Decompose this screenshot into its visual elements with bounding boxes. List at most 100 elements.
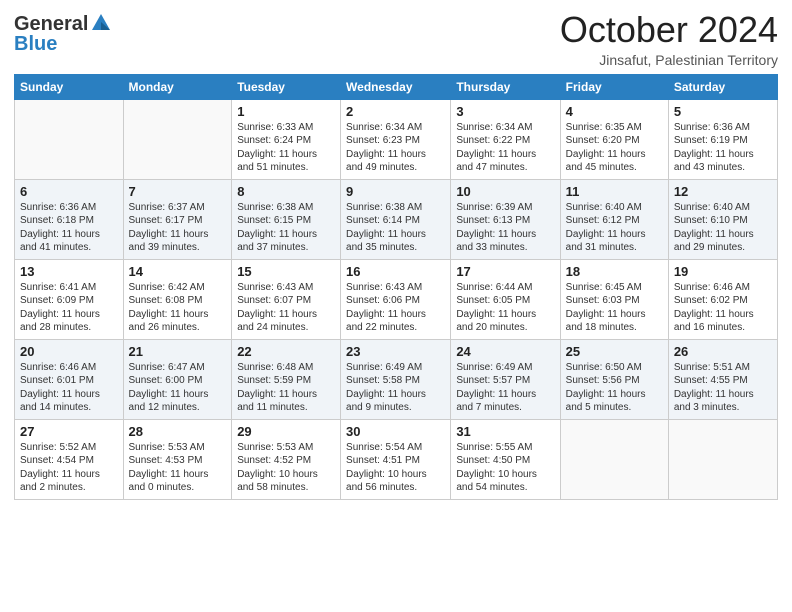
table-row: 3Sunrise: 6:34 AMSunset: 6:22 PMDaylight… <box>451 99 560 179</box>
col-monday: Monday <box>123 74 232 99</box>
day-number: 1 <box>237 104 335 119</box>
cell-info: Sunrise: 6:43 AMSunset: 6:06 PMDaylight:… <box>346 281 445 335</box>
month-title: October 2024 <box>560 10 778 50</box>
day-number: 7 <box>129 184 227 199</box>
day-number: 15 <box>237 264 335 279</box>
cell-info: Sunrise: 5:55 AMSunset: 4:50 PMDaylight:… <box>456 441 554 495</box>
day-number: 9 <box>346 184 445 199</box>
table-row: 7 Sunrise: 6:37 AMSunset: 6:17 PMDaylight… <box>123 179 232 259</box>
table-row: 31 Sunrise: 5:55 AMSunset: 4:50 PMDayligh… <box>451 419 560 499</box>
cell-info: Sunrise: 5:52 AMSunset: 4:54 PMDaylight:… <box>20 441 118 495</box>
calendar-week-row: 20 Sunrise: 6:46 AMSunset: 6:01 PMDayligh… <box>15 339 778 419</box>
day-number: 30 <box>346 424 445 439</box>
table-row: 30Sunrise: 5:54 AMSunset: 4:51 PMDayligh… <box>341 419 451 499</box>
cell-info: Sunrise: 6:40 AMSunset: 6:12 PMDaylight:… <box>566 201 663 255</box>
calendar-week-row: 6 Sunrise: 6:36 AMSunset: 6:18 PMDaylight… <box>15 179 778 259</box>
col-friday: Friday <box>560 74 668 99</box>
cell-info: Sunrise: 6:46 AMSunset: 6:02 PMDaylight:… <box>674 281 772 335</box>
day-number: 17 <box>456 264 554 279</box>
table-row: 10 Sunrise: 6:39 AMSunset: 6:13 PMDayligh… <box>451 179 560 259</box>
title-block: October 2024 Jinsafut, Palestinian Terri… <box>560 10 778 68</box>
table-row: 12 Sunrise: 6:40 AMSunset: 6:10 PMDayligh… <box>668 179 777 259</box>
logo-icon <box>90 12 112 34</box>
day-number: 12 <box>674 184 772 199</box>
day-number: 5 <box>674 104 772 119</box>
cell-info: Sunrise: 6:47 AMSunset: 6:00 PMDaylight:… <box>129 361 227 415</box>
cell-info: Sunrise: 6:37 AMSunset: 6:17 PMDaylight:… <box>129 201 227 255</box>
calendar-header-row: Sunday Monday Tuesday Wednesday Thursday… <box>15 74 778 99</box>
col-sunday: Sunday <box>15 74 124 99</box>
table-row: 11 Sunrise: 6:40 AMSunset: 6:12 PMDayligh… <box>560 179 668 259</box>
table-row <box>15 99 124 179</box>
cell-info: Sunrise: 5:51 AMSunset: 4:55 PMDaylight:… <box>674 361 772 415</box>
calendar-week-row: 1 Sunrise: 6:33 AMSunset: 6:24 PMDaylight… <box>15 99 778 179</box>
table-row: 2 Sunrise: 6:34 AMSunset: 6:23 PMDaylight… <box>341 99 451 179</box>
table-row: 8Sunrise: 6:38 AMSunset: 6:15 PMDaylight… <box>232 179 341 259</box>
cell-info: Sunrise: 6:49 AMSunset: 5:57 PMDaylight:… <box>456 361 554 415</box>
calendar-page: General Blue October 2024 Jinsafut, Pale… <box>0 0 792 612</box>
table-row: 16 Sunrise: 6:43 AMSunset: 6:06 PMDayligh… <box>341 259 451 339</box>
location-text: Jinsafut, Palestinian Territory <box>560 52 778 68</box>
logo: General Blue <box>14 10 112 54</box>
cell-info: Sunrise: 6:50 AMSunset: 5:56 PMDaylight:… <box>566 361 663 415</box>
table-row: 20 Sunrise: 6:46 AMSunset: 6:01 PMDayligh… <box>15 339 124 419</box>
day-number: 31 <box>456 424 554 439</box>
day-number: 23 <box>346 344 445 359</box>
day-number: 3 <box>456 104 554 119</box>
cell-info: Sunrise: 6:45 AMSunset: 6:03 PMDaylight:… <box>566 281 663 335</box>
col-tuesday: Tuesday <box>232 74 341 99</box>
table-row <box>560 419 668 499</box>
cell-info: Sunrise: 6:42 AMSunset: 6:08 PMDaylight:… <box>129 281 227 335</box>
table-row: 5 Sunrise: 6:36 AMSunset: 6:19 PMDaylight… <box>668 99 777 179</box>
cell-info: Sunrise: 6:39 AMSunset: 6:13 PMDaylight:… <box>456 201 554 255</box>
table-row: 15Sunrise: 6:43 AMSunset: 6:07 PMDayligh… <box>232 259 341 339</box>
table-row: 25Sunrise: 6:50 AMSunset: 5:56 PMDayligh… <box>560 339 668 419</box>
table-row: 28Sunrise: 5:53 AMSunset: 4:53 PMDayligh… <box>123 419 232 499</box>
cell-info: Sunrise: 6:49 AMSunset: 5:58 PMDaylight:… <box>346 361 445 415</box>
cell-info: Sunrise: 6:44 AMSunset: 6:05 PMDaylight:… <box>456 281 554 335</box>
table-row: 22 Sunrise: 6:48 AMSunset: 5:59 PMDayligh… <box>232 339 341 419</box>
cell-info: Sunrise: 6:40 AMSunset: 6:10 PMDaylight:… <box>674 201 772 255</box>
cell-info: Sunrise: 6:41 AMSunset: 6:09 PMDaylight:… <box>20 281 118 335</box>
logo-general-text: General <box>14 14 88 34</box>
table-row <box>668 419 777 499</box>
day-number: 22 <box>237 344 335 359</box>
table-row: 19Sunrise: 6:46 AMSunset: 6:02 PMDayligh… <box>668 259 777 339</box>
calendar-table: Sunday Monday Tuesday Wednesday Thursday… <box>14 74 778 500</box>
day-number: 10 <box>456 184 554 199</box>
table-row: 21Sunrise: 6:47 AMSunset: 6:00 PMDayligh… <box>123 339 232 419</box>
cell-info: Sunrise: 6:33 AMSunset: 6:24 PMDaylight:… <box>237 121 335 175</box>
table-row: 9 Sunrise: 6:38 AMSunset: 6:14 PMDaylight… <box>341 179 451 259</box>
day-number: 24 <box>456 344 554 359</box>
cell-info: Sunrise: 6:34 AMSunset: 6:23 PMDaylight:… <box>346 121 445 175</box>
cell-info: Sunrise: 6:36 AMSunset: 6:19 PMDaylight:… <box>674 121 772 175</box>
table-row: 14 Sunrise: 6:42 AMSunset: 6:08 PMDayligh… <box>123 259 232 339</box>
day-number: 20 <box>20 344 118 359</box>
day-number: 6 <box>20 184 118 199</box>
day-number: 11 <box>566 184 663 199</box>
table-row: 4 Sunrise: 6:35 AMSunset: 6:20 PMDaylight… <box>560 99 668 179</box>
day-number: 18 <box>566 264 663 279</box>
day-number: 8 <box>237 184 335 199</box>
day-number: 29 <box>237 424 335 439</box>
day-number: 26 <box>674 344 772 359</box>
table-row: 18 Sunrise: 6:45 AMSunset: 6:03 PMDayligh… <box>560 259 668 339</box>
calendar-week-row: 13Sunrise: 6:41 AMSunset: 6:09 PMDayligh… <box>15 259 778 339</box>
table-row: 17 Sunrise: 6:44 AMSunset: 6:05 PMDayligh… <box>451 259 560 339</box>
cell-info: Sunrise: 6:35 AMSunset: 6:20 PMDaylight:… <box>566 121 663 175</box>
cell-info: Sunrise: 5:53 AMSunset: 4:52 PMDaylight:… <box>237 441 335 495</box>
day-number: 2 <box>346 104 445 119</box>
day-number: 14 <box>129 264 227 279</box>
day-number: 16 <box>346 264 445 279</box>
table-row: 26 Sunrise: 5:51 AMSunset: 4:55 PMDayligh… <box>668 339 777 419</box>
col-saturday: Saturday <box>668 74 777 99</box>
cell-info: Sunrise: 6:36 AMSunset: 6:18 PMDaylight:… <box>20 201 118 255</box>
cell-info: Sunrise: 6:46 AMSunset: 6:01 PMDaylight:… <box>20 361 118 415</box>
cell-info: Sunrise: 6:38 AMSunset: 6:14 PMDaylight:… <box>346 201 445 255</box>
day-number: 4 <box>566 104 663 119</box>
table-row: 23 Sunrise: 6:49 AMSunset: 5:58 PMDayligh… <box>341 339 451 419</box>
table-row: 6 Sunrise: 6:36 AMSunset: 6:18 PMDaylight… <box>15 179 124 259</box>
cell-info: Sunrise: 6:48 AMSunset: 5:59 PMDaylight:… <box>237 361 335 415</box>
calendar-week-row: 27Sunrise: 5:52 AMSunset: 4:54 PMDayligh… <box>15 419 778 499</box>
logo-blue-text: Blue <box>14 34 57 54</box>
